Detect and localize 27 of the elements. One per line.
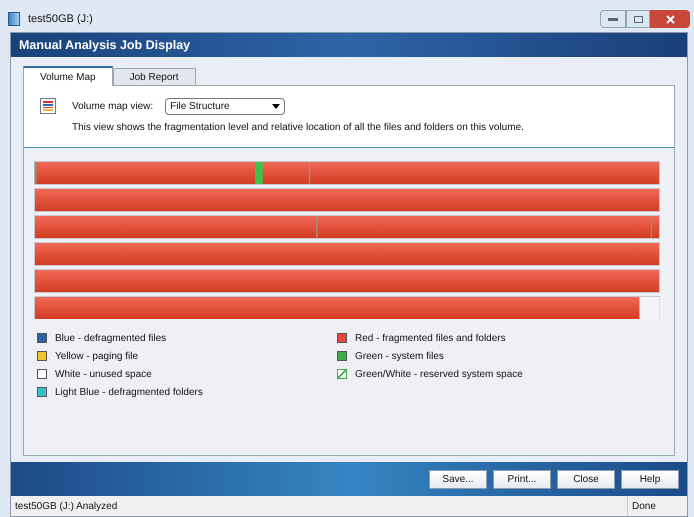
dialog-button[interactable]: Close <box>557 470 615 488</box>
view-description: This view shows the fragmentation level and relative location of all the files and folders on this volume. <box>72 121 524 135</box>
view-dropdown[interactable]: File Structure <box>165 98 286 115</box>
status-state: Done <box>627 496 687 516</box>
legend-label: Red - fragmented files and folders <box>355 332 506 346</box>
maximize-button[interactable] <box>626 10 650 28</box>
view-label: Volume map view: <box>72 100 154 114</box>
legend-label: Green/White - reserved system space <box>355 368 523 382</box>
legend-label: Blue - defragmented files <box>55 332 166 346</box>
tab[interactable]: Job Report <box>112 68 196 85</box>
dialog-title: Manual Analysis Job Display <box>19 36 190 54</box>
dialog-button[interactable]: Print... <box>493 470 551 488</box>
close-button[interactable] <box>650 10 690 28</box>
map-view-icon <box>40 98 56 114</box>
close-icon <box>666 14 674 24</box>
legend-label: Green - system files <box>355 350 444 364</box>
legend-label: Light Blue - defragmented folders <box>55 386 203 400</box>
legend-label: White - unused space <box>55 368 152 382</box>
minimize-button[interactable] <box>600 10 626 28</box>
dialog-button[interactable]: Save... <box>429 470 487 488</box>
caret-icon <box>272 104 280 109</box>
window-title: test50GB (J:) <box>28 12 93 27</box>
app-icon <box>8 12 20 26</box>
tab[interactable]: Volume Map <box>23 66 113 86</box>
dialog-button[interactable]: Help <box>621 470 679 488</box>
status-message: test50GB (J:) Analyzed <box>14 500 118 514</box>
legend-label: Yellow - paging file <box>55 350 138 364</box>
